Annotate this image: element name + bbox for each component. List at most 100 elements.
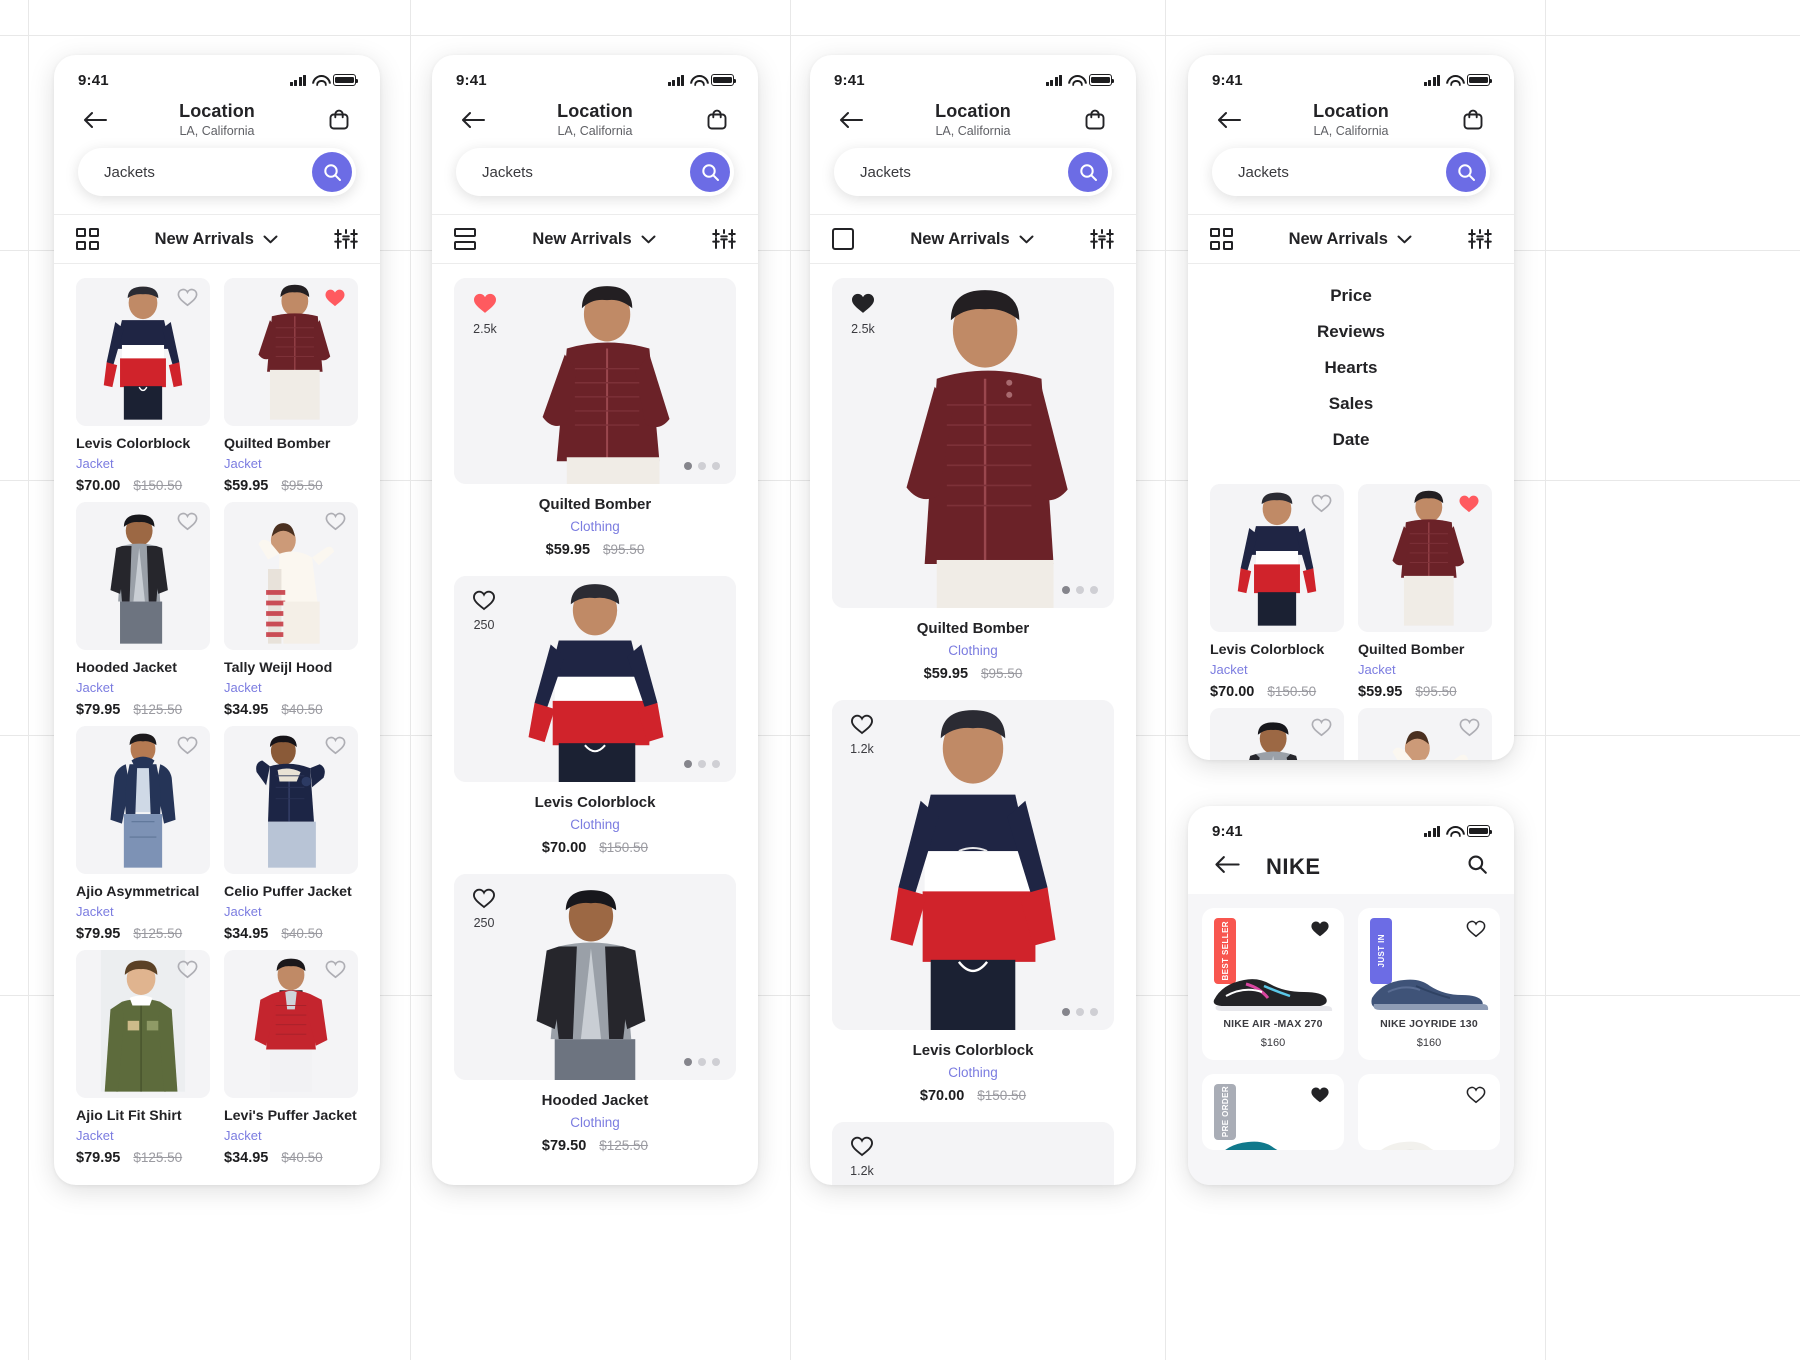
product-card[interactable]: Quilted Bomber Jacket $59.95 $95.50	[1358, 484, 1492, 700]
product-grid-scroll[interactable]: Levis Colorblock Jacket $70.00 $150.50 Q…	[1188, 478, 1514, 760]
product-thumbnail[interactable]	[224, 726, 358, 874]
product-thumbnail[interactable]	[1210, 484, 1344, 632]
shopping-bag-button[interactable]	[1456, 103, 1490, 137]
product-card[interactable]: Tally Weijl Hood Jacket $34.95 $40.50	[224, 502, 358, 718]
product-thumbnail[interactable]	[76, 950, 210, 1098]
product-card[interactable]: Levi's Puffer Jacket Jacket $34.95 $40.5…	[224, 950, 358, 1166]
favorite-icon[interactable]	[177, 736, 198, 755]
product-card[interactable]: Hooded Jacket Jacket $79.95 $125.50	[76, 502, 210, 718]
product-thumbnail[interactable]	[76, 502, 210, 650]
favorite-button[interactable]: 1.2k	[850, 1136, 874, 1178]
sort-option-sales[interactable]: Sales	[1188, 386, 1514, 422]
product-thumbnail[interactable]	[76, 726, 210, 874]
favorite-button[interactable]: 2.5k	[472, 292, 498, 336]
product-card[interactable]	[1210, 708, 1344, 760]
product-single-scroll[interactable]: 2.5k Quilted Bomber Clothing $59.95 $95.…	[810, 278, 1136, 1185]
product-thumbnail[interactable]	[1358, 484, 1492, 632]
product-thumbnail[interactable]	[224, 950, 358, 1098]
shopping-bag-button[interactable]	[700, 103, 734, 137]
product-card[interactable]: Ajio Asymmetrical Jacket $79.95 $125.50	[76, 726, 210, 942]
favorite-button[interactable]: 250	[472, 888, 496, 930]
back-button[interactable]	[1214, 855, 1240, 879]
favorite-icon[interactable]	[177, 960, 198, 979]
product-list-scroll[interactable]: 2.5k Quilted Bomber Clothing $59.95 $95.…	[432, 278, 758, 1158]
favorite-button[interactable]: 250	[472, 590, 496, 632]
product-thumbnail[interactable]: 2.5k	[454, 278, 736, 484]
sort-option-reviews[interactable]: Reviews	[1188, 314, 1514, 350]
favorite-icon[interactable]	[1459, 718, 1480, 737]
shopping-bag-button[interactable]	[322, 103, 356, 137]
product-thumbnail[interactable]: 2.5k	[832, 278, 1114, 608]
product-thumbnail[interactable]: 1.2k	[832, 1122, 1114, 1185]
product-card[interactable]: 2.5k Quilted Bomber Clothing $59.95 $95.…	[454, 278, 736, 562]
product-card[interactable]: Levis Colorblock Jacket $70.00 $150.50	[1210, 484, 1344, 700]
product-card[interactable]: Quilted Bomber Jacket $59.95 $95.50	[224, 278, 358, 494]
nike-product-grid-scroll[interactable]: BEST SELLER NIKE AIR -MAX 270 $160 JUST …	[1188, 894, 1514, 1185]
single-view-icon[interactable]	[832, 228, 854, 250]
favorite-icon[interactable]	[1458, 494, 1480, 514]
product-card[interactable]: Ajio Lit Fit Shirt Jacket $79.95 $125.50	[76, 950, 210, 1166]
favorite-icon[interactable]	[1310, 1086, 1330, 1104]
sort-option-date[interactable]: Date	[1188, 422, 1514, 458]
search-bar[interactable]	[456, 148, 734, 196]
favorite-icon[interactable]	[1310, 920, 1330, 938]
sliders-icon[interactable]	[712, 228, 736, 250]
favorite-icon[interactable]	[177, 288, 198, 307]
product-card[interactable]: BEST SELLER NIKE AIR -MAX 270 $160	[1202, 908, 1344, 1060]
back-button[interactable]	[456, 103, 490, 137]
list-view-icon[interactable]	[454, 227, 476, 251]
search-button[interactable]	[312, 152, 352, 192]
favorite-icon[interactable]	[324, 288, 346, 308]
sliders-icon[interactable]	[334, 228, 358, 250]
product-thumbnail[interactable]: 250	[454, 576, 736, 782]
grid-view-icon[interactable]	[76, 227, 99, 251]
sort-dropdown-button[interactable]: New Arrivals	[910, 230, 1034, 249]
search-bar[interactable]	[834, 148, 1112, 196]
product-card[interactable]: 250 Levis Colorblock Clothing $70.00 $15…	[454, 576, 736, 860]
sliders-icon[interactable]	[1090, 228, 1114, 250]
back-button[interactable]	[78, 103, 112, 137]
favorite-button[interactable]: 1.2k	[850, 714, 874, 756]
carousel-dots[interactable]	[684, 462, 720, 470]
product-card[interactable]	[1358, 1074, 1500, 1150]
sort-dropdown-button[interactable]: New Arrivals	[155, 230, 278, 249]
back-button[interactable]	[834, 103, 868, 137]
product-thumbnail[interactable]	[224, 278, 358, 426]
sliders-icon[interactable]	[1468, 228, 1492, 250]
product-thumbnail[interactable]	[76, 278, 210, 426]
product-card[interactable]: PRE ORDER	[1202, 1074, 1344, 1150]
favorite-icon[interactable]	[325, 512, 346, 531]
favorite-icon[interactable]	[177, 512, 198, 531]
product-thumbnail[interactable]	[224, 502, 358, 650]
search-button[interactable]	[1446, 152, 1486, 192]
favorite-icon[interactable]	[1466, 920, 1486, 938]
product-card[interactable]: 2.5k Quilted Bomber Clothing $59.95 $95.…	[832, 278, 1114, 686]
carousel-dots[interactable]	[684, 1058, 720, 1066]
product-card[interactable]: 250 Hooded Jacket Clothing $79.50 $125.5…	[454, 874, 736, 1158]
carousel-dots[interactable]	[1062, 586, 1098, 594]
search-button[interactable]	[690, 152, 730, 192]
sort-dropdown-button[interactable]: New Arrivals	[1289, 230, 1412, 249]
product-thumbnail[interactable]: 1.2k	[832, 700, 1114, 1030]
favorite-icon[interactable]	[325, 960, 346, 979]
sort-dropdown-button[interactable]: New Arrivals	[532, 230, 656, 249]
product-card[interactable]: 1.2k	[832, 1122, 1114, 1185]
product-card[interactable]: JUST IN NIKE JOYRIDE 130 $160	[1358, 908, 1500, 1060]
sort-option-price[interactable]: Price	[1188, 278, 1514, 314]
search-bar[interactable]	[1212, 148, 1490, 196]
search-button[interactable]	[1467, 854, 1488, 880]
favorite-icon[interactable]	[1311, 494, 1332, 513]
product-grid-scroll[interactable]: Levis Colorblock Jacket $70.00 $150.50 Q…	[54, 264, 380, 1166]
product-card[interactable]: Levis Colorblock Jacket $70.00 $150.50	[76, 278, 210, 494]
shopping-bag-button[interactable]	[1078, 103, 1112, 137]
sort-option-hearts[interactable]: Hearts	[1188, 350, 1514, 386]
back-button[interactable]	[1212, 103, 1246, 137]
product-card[interactable]	[1358, 708, 1492, 760]
search-button[interactable]	[1068, 152, 1108, 192]
product-card[interactable]: 1.2k Levis Colorblock Clothing $70.00 $1…	[832, 700, 1114, 1108]
product-thumbnail[interactable]	[1358, 708, 1492, 760]
grid-view-icon[interactable]	[1210, 227, 1233, 251]
product-thumbnail[interactable]: 250	[454, 874, 736, 1080]
product-thumbnail[interactable]	[1210, 708, 1344, 760]
carousel-dots[interactable]	[1062, 1008, 1098, 1016]
